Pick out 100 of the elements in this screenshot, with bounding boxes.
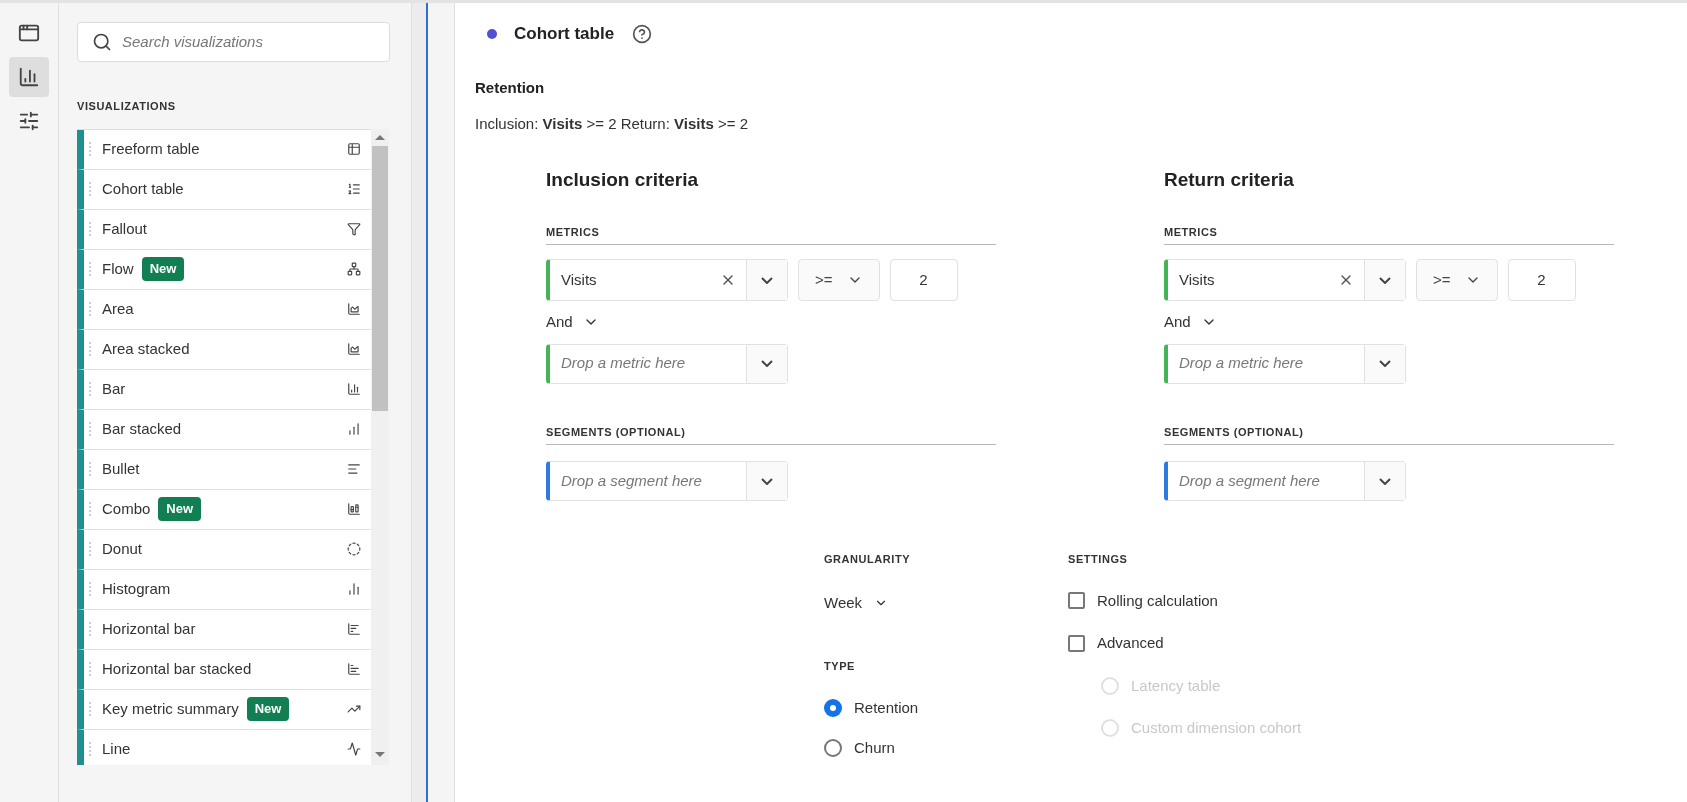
- dropdown-toggle[interactable]: [746, 462, 787, 500]
- chart-type-icon: [347, 502, 361, 516]
- chevron-down-icon: [1379, 477, 1391, 485]
- drag-handle-icon: [89, 342, 91, 356]
- item-label: Horizontal bar stacked: [102, 658, 252, 679]
- sidebar-heading: VISUALIZATIONS: [77, 99, 177, 114]
- dropdown-toggle[interactable]: [1364, 344, 1405, 383]
- conjunction-dropdown[interactable]: And: [1164, 311, 1614, 334]
- rail-icon: [18, 110, 40, 132]
- metric-dropdown[interactable]: Visits: [546, 259, 788, 301]
- segment-drop-zone[interactable]: Drop a segment here: [1164, 461, 1406, 501]
- drag-handle-icon: [89, 382, 91, 396]
- item-label: Histogram: [102, 578, 171, 599]
- item-label: Horizontal bar: [102, 618, 196, 639]
- chevron-down-icon: [761, 276, 773, 284]
- threshold-field[interactable]: 2: [889, 259, 958, 301]
- scrollbar-thumb[interactable]: [372, 145, 388, 411]
- threshold-field[interactable]: 2: [1507, 259, 1576, 301]
- operator-dropdown[interactable]: >=: [798, 259, 880, 301]
- item-label: Cohort table: [102, 178, 184, 199]
- item-label: Combo: [102, 498, 151, 519]
- item-label: Bar: [102, 378, 126, 399]
- section-heading: SETTINGS: [1068, 552, 1129, 567]
- item-label: Flow: [102, 258, 134, 279]
- chart-type-icon: [347, 542, 361, 556]
- metric-value: Visits: [560, 269, 598, 290]
- section-heading: GRANULARITY: [824, 552, 912, 567]
- section-title: Return criteria: [1164, 167, 1295, 192]
- rail-icon: [18, 66, 40, 88]
- drag-handle-icon: [89, 502, 91, 516]
- dropdown-toggle[interactable]: [746, 260, 787, 300]
- rail-button[interactable]: [9, 57, 49, 97]
- new-badge: New: [158, 497, 202, 521]
- settings-checkbox[interactable]: Rolling calculation: [1068, 589, 1302, 612]
- metric-drop-zone[interactable]: Drop a metric here: [546, 343, 788, 384]
- search-icon: [92, 32, 112, 52]
- chevron-down-icon: [1379, 276, 1391, 284]
- scroll-up-icon[interactable]: [375, 134, 385, 140]
- operator-dropdown[interactable]: >=: [1416, 259, 1498, 301]
- chart-type-icon: [347, 142, 361, 156]
- rail-icon: [18, 22, 40, 44]
- chart-type-icon: [347, 422, 361, 436]
- drag-handle-icon: [89, 622, 91, 636]
- dropdown-toggle[interactable]: [746, 344, 787, 383]
- metric-drop-zone[interactable]: Drop a metric here: [1164, 343, 1406, 384]
- item-label: Freeform table: [102, 138, 200, 159]
- section-heading: METRICS: [546, 223, 996, 245]
- chart-type-icon: [347, 222, 361, 236]
- chart-type-icon: [347, 342, 361, 356]
- drag-handle-icon: [89, 182, 91, 196]
- chart-type-icon: [347, 622, 361, 636]
- new-badge: New: [141, 257, 185, 281]
- item-label: Key metric summary: [102, 698, 239, 719]
- panel-title: Cohort table: [514, 23, 615, 45]
- drag-handle-icon: [89, 742, 91, 756]
- segment-drop-zone[interactable]: Drop a segment here: [546, 461, 788, 501]
- dropdown-toggle[interactable]: [1364, 462, 1405, 500]
- new-badge: New: [246, 697, 290, 721]
- metric-dropdown[interactable]: Visits: [1164, 259, 1406, 301]
- drag-handle-icon: [89, 702, 91, 716]
- scroll-down-icon[interactable]: [375, 751, 385, 757]
- drag-handle-icon: [89, 422, 91, 436]
- chart-type-icon: [347, 182, 361, 196]
- drag-handle-icon: [89, 222, 91, 236]
- drag-handle-icon: [89, 142, 91, 156]
- chart-type-icon: [347, 742, 361, 756]
- drag-handle-icon: [89, 462, 91, 476]
- item-label: Donut: [102, 538, 143, 559]
- granularity-dropdown[interactable]: Week: [824, 591, 889, 614]
- chevron-down-icon: [761, 477, 773, 485]
- chart-type-icon: [347, 382, 361, 396]
- drag-handle-icon: [89, 542, 91, 556]
- drag-handle-icon: [89, 262, 91, 276]
- item-label: Bar stacked: [102, 418, 182, 439]
- item-label: Area stacked: [102, 338, 190, 359]
- item-label: Area: [102, 298, 134, 319]
- section-heading: METRICS: [1164, 223, 1614, 245]
- help-icon[interactable]: [632, 23, 653, 44]
- chart-type-icon: [347, 462, 361, 476]
- item-label: Line: [102, 738, 131, 759]
- metric-value: Visits: [1178, 269, 1216, 290]
- chevron-down-icon: [1379, 360, 1391, 367]
- section-heading: SEGMENTS (OPTIONAL): [546, 423, 996, 445]
- chart-type-icon: [347, 302, 361, 316]
- type-radio[interactable]: Churn: [824, 737, 958, 760]
- search-field[interactable]: Search visualizations: [77, 22, 390, 62]
- section-title: Inclusion criteria: [546, 167, 700, 192]
- chart-type-icon: [347, 262, 361, 276]
- search-input[interactable]: Search visualizations: [122, 30, 375, 54]
- type-radio[interactable]: Retention: [824, 696, 958, 719]
- criteria-summary: Inclusion: Visits >= 2 Return: Visits >= 2: [475, 114, 749, 134]
- chevron-down-icon: [761, 360, 773, 367]
- section-heading: SEGMENTS (OPTIONAL): [1164, 423, 1614, 445]
- chart-type-icon: [347, 662, 361, 676]
- dropdown-toggle[interactable]: [1364, 260, 1405, 300]
- chart-type-icon: [347, 582, 361, 596]
- conjunction-dropdown[interactable]: And: [546, 311, 996, 334]
- settings-checkbox[interactable]: Advanced: [1068, 632, 1302, 655]
- item-label: Fallout: [102, 218, 148, 239]
- section-heading: TYPE: [824, 659, 856, 674]
